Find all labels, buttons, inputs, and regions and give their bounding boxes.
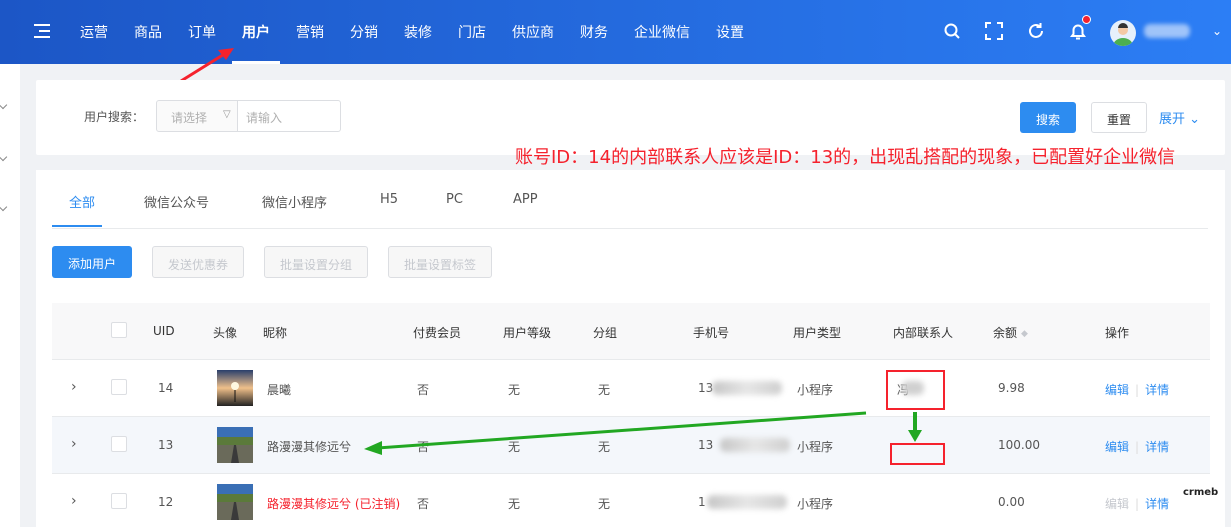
watermark-logo: crmeb xyxy=(1183,487,1219,498)
green-arrow-annotation xyxy=(364,411,922,455)
